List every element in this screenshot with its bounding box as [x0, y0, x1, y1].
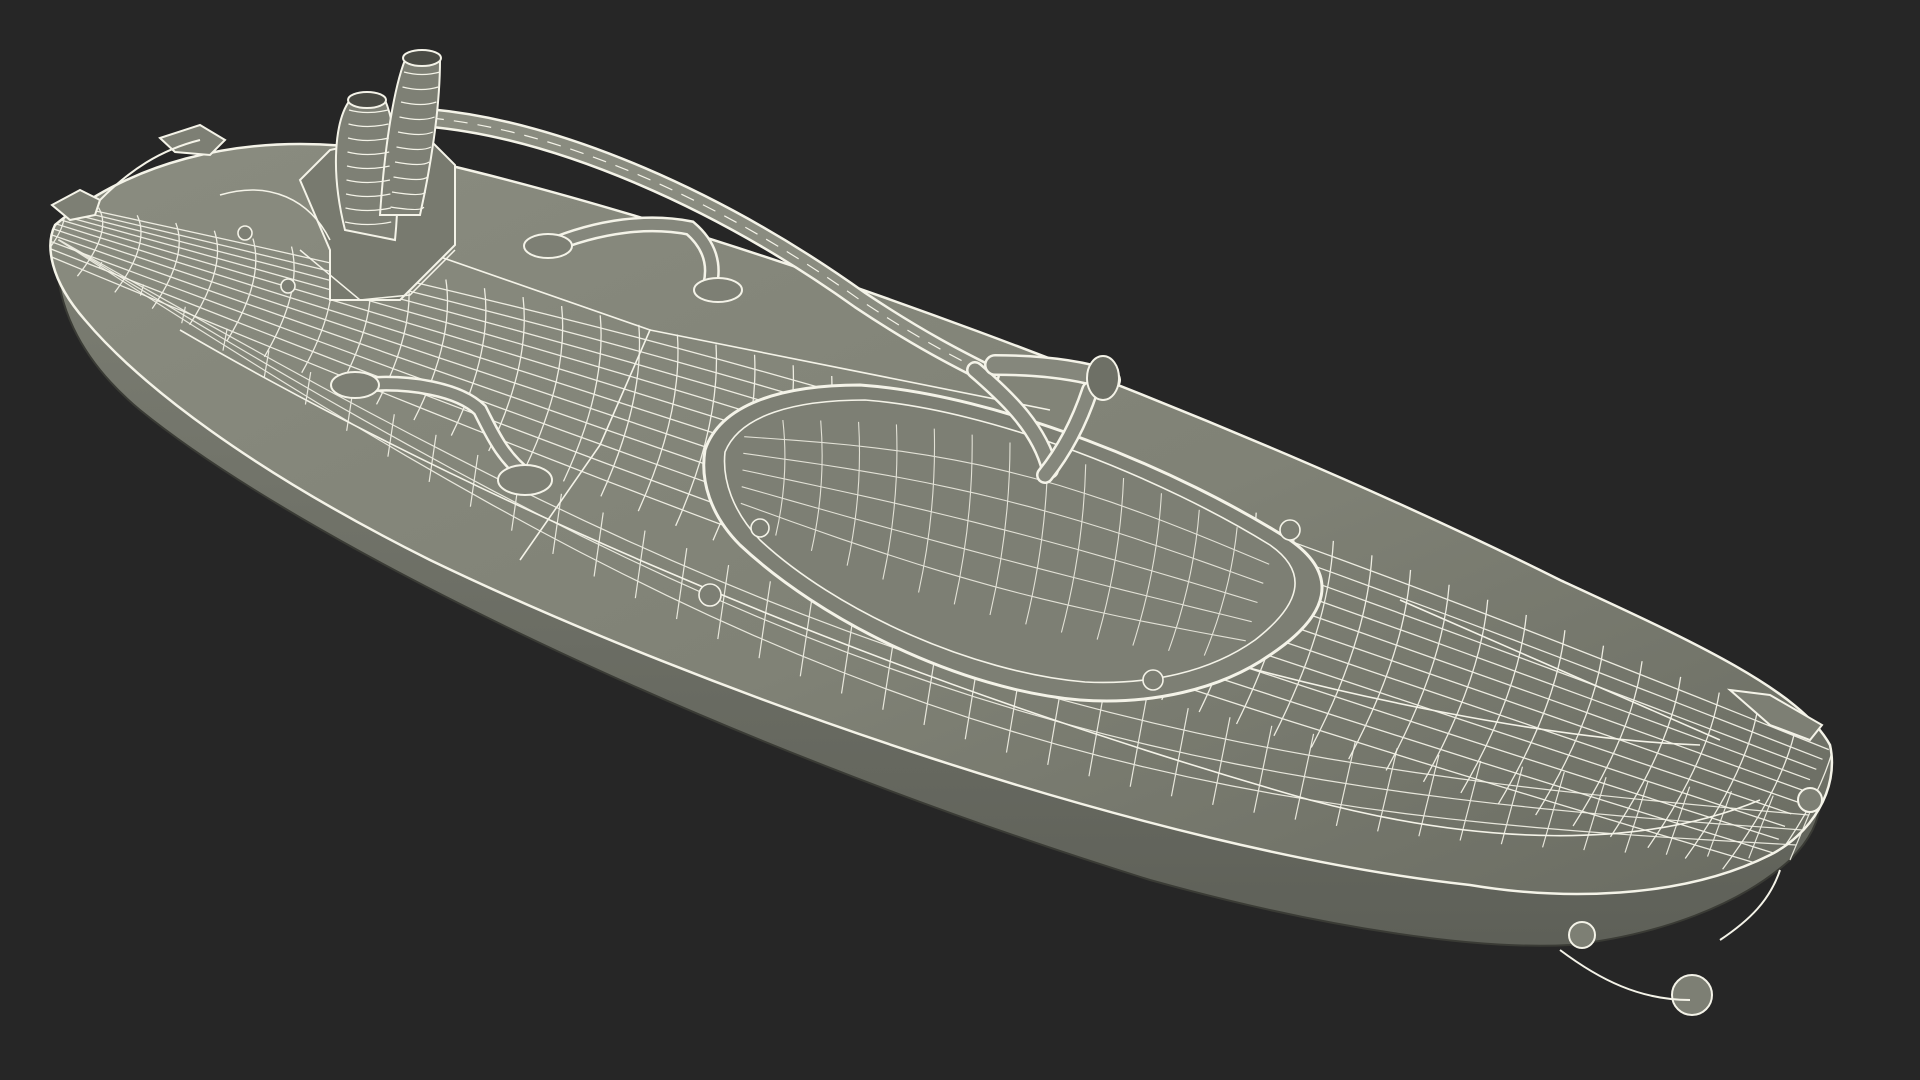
- render-viewport: [0, 0, 1920, 1080]
- wireframe-render: [0, 0, 1920, 1080]
